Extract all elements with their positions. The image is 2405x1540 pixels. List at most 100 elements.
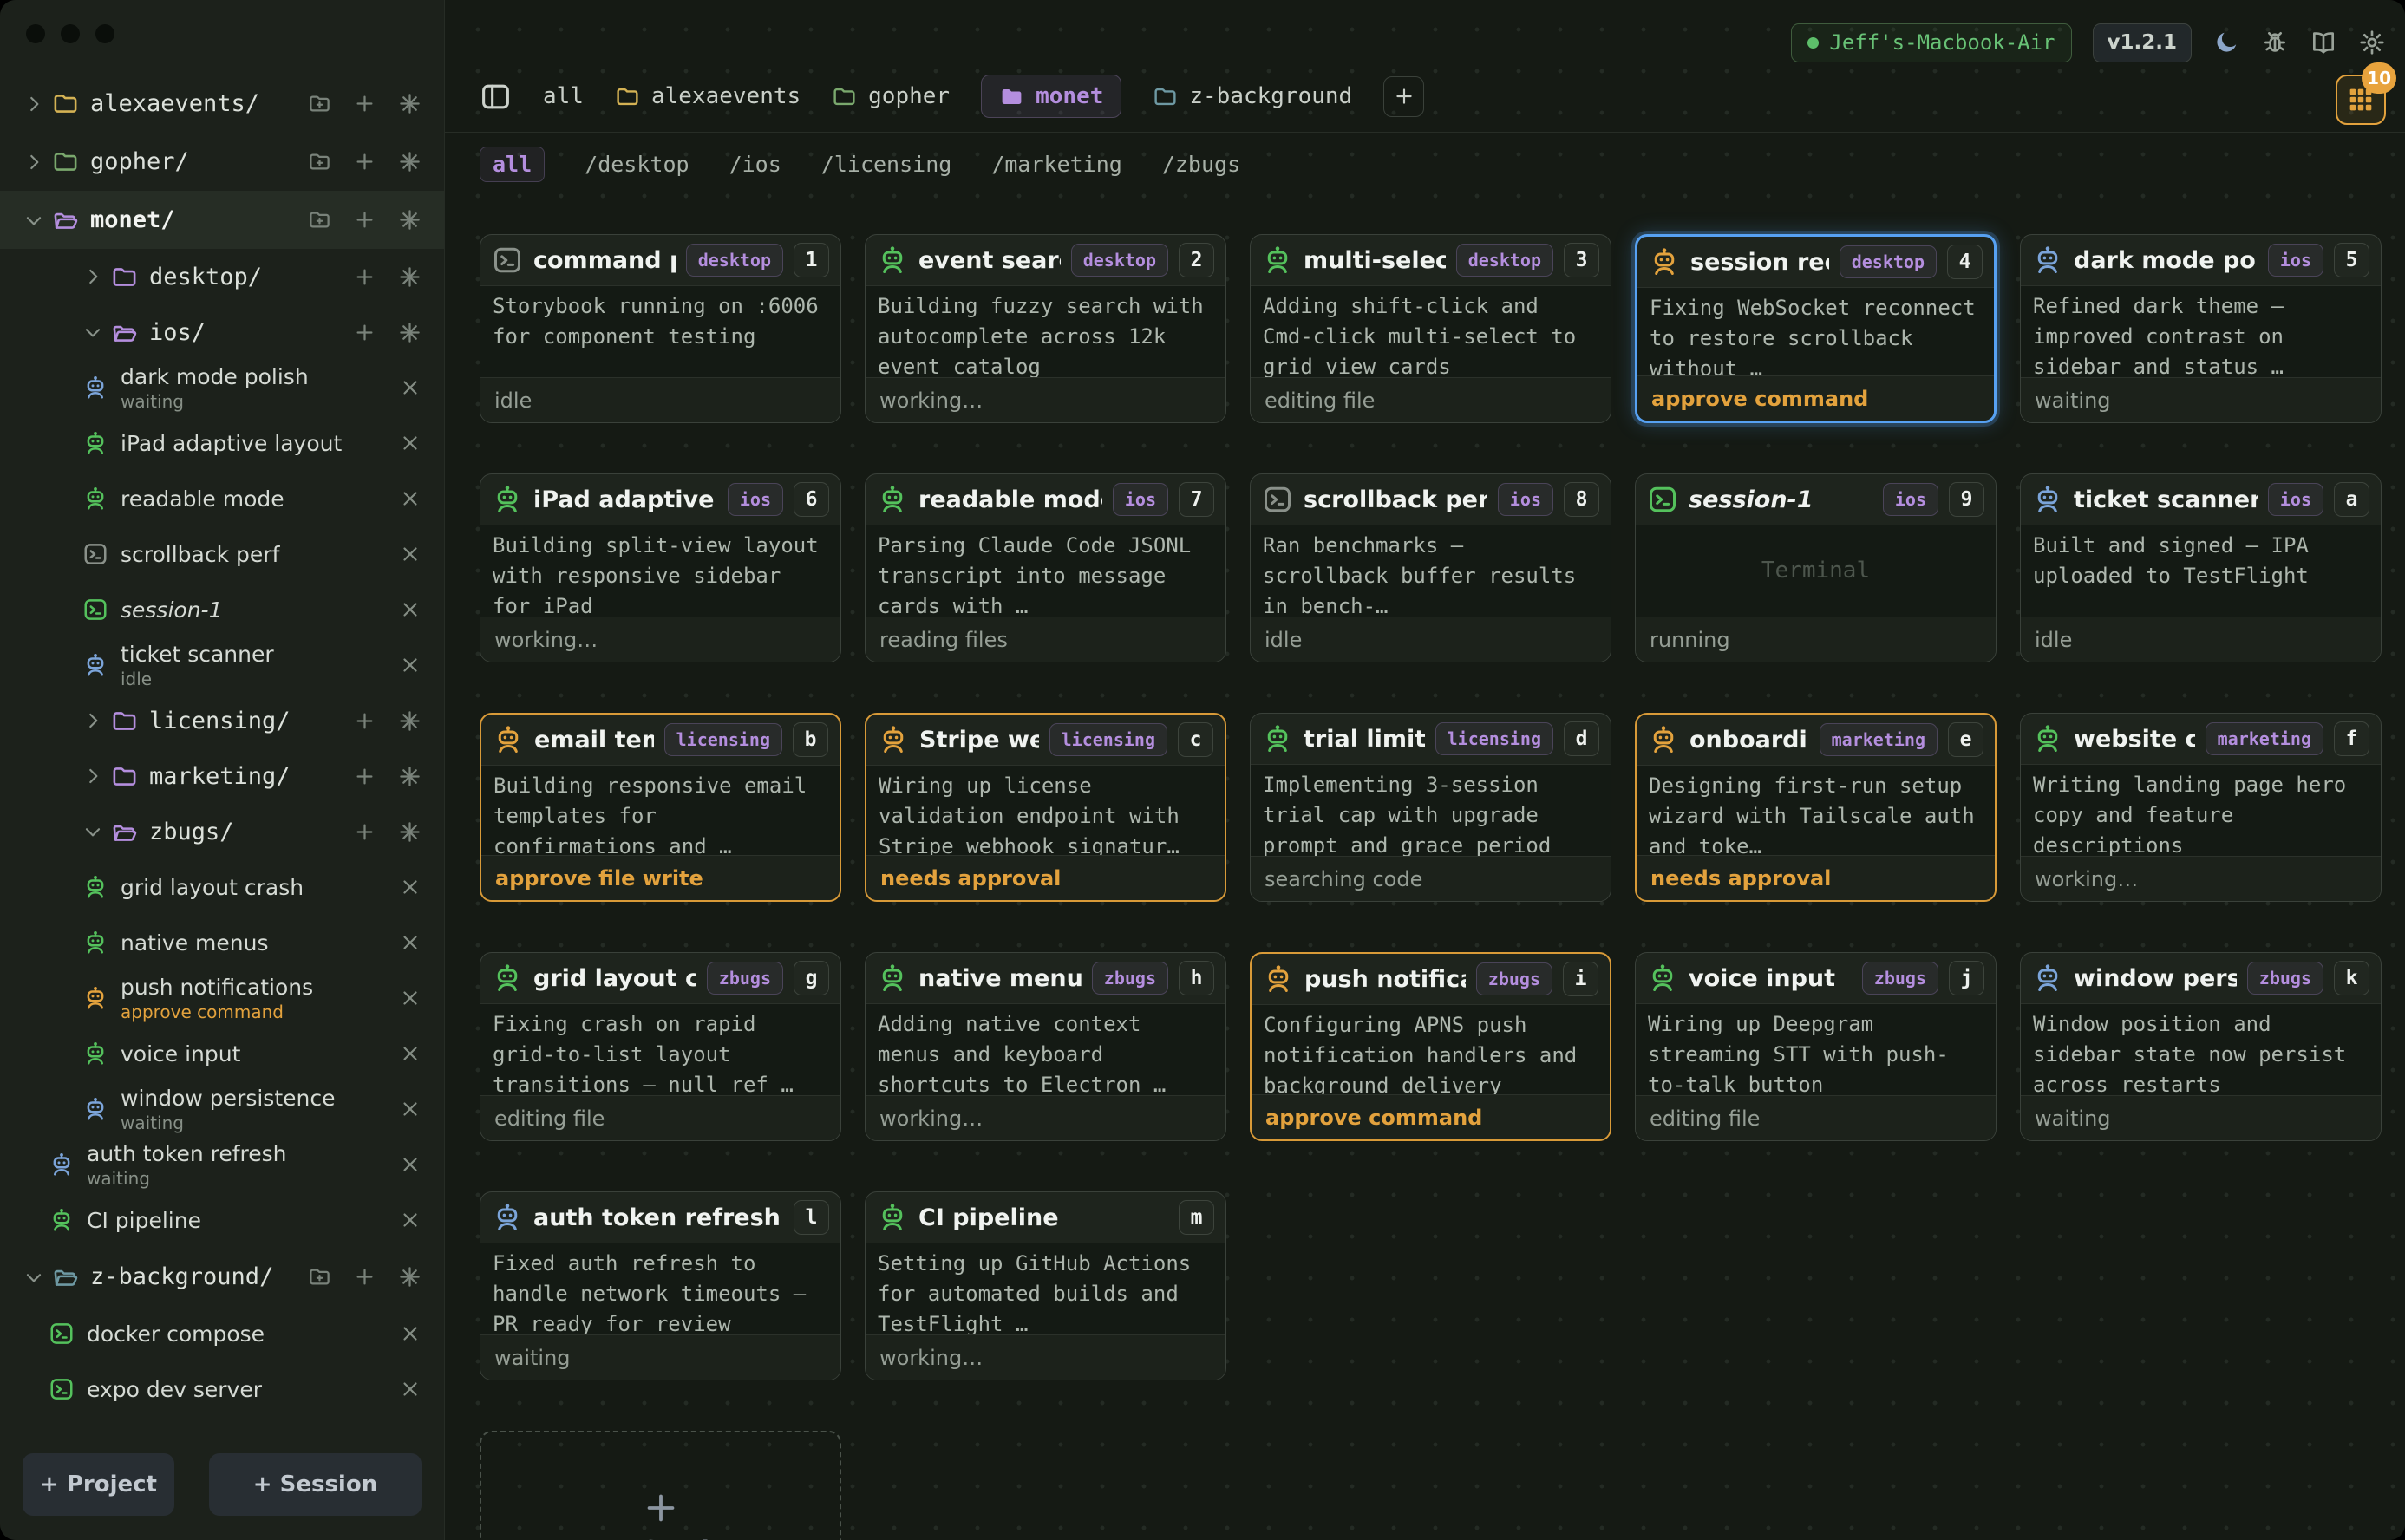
spark-agent-icon[interactable] [398, 92, 422, 115]
chevron-right-icon[interactable] [23, 93, 45, 115]
session-card-voice-input[interactable]: voice inputzbugsjWiring up Deepgram stre… [1635, 952, 1997, 1141]
add-session-icon[interactable] [353, 1265, 376, 1289]
session-card-auth-token-refresh[interactable]: auth token refreshlFixed auth refresh to… [480, 1191, 841, 1380]
add-folder-icon[interactable] [308, 150, 331, 173]
add-session-icon[interactable] [353, 92, 376, 115]
close-session-icon[interactable] [399, 1153, 422, 1176]
spark-agent-icon[interactable] [398, 208, 422, 232]
sidebar-session-readable-mode[interactable]: readable mode [0, 471, 444, 526]
spark-agent-icon[interactable] [398, 1265, 422, 1289]
close-session-icon[interactable] [399, 487, 422, 510]
session-card-trial-limits[interactable]: trial limitslicensingdImplementing 3-ses… [1250, 713, 1611, 902]
chevron-right-icon[interactable] [82, 709, 104, 732]
spark-agent-icon[interactable] [398, 321, 422, 344]
session-card-push-notificati[interactable]: push notificati…zbugsiConfiguring APNS p… [1250, 952, 1611, 1141]
sidebar-folder-marketing[interactable]: marketing/ [0, 748, 444, 804]
add-session-icon[interactable] [353, 208, 376, 232]
sidebar-session-scrollback-perf[interactable]: scrollback perf [0, 526, 444, 582]
session-card-multi-select[interactable]: multi-selectdesktop3Adding shift-click a… [1250, 234, 1611, 423]
close-session-icon[interactable] [399, 876, 422, 898]
sidebar-session-expo-dev-server[interactable]: expo dev server [0, 1361, 444, 1417]
tab-all[interactable]: all [543, 83, 584, 109]
close-session-icon[interactable] [399, 654, 422, 676]
filter-all[interactable]: all [480, 147, 545, 182]
add-session-icon[interactable] [353, 765, 376, 788]
close-session-icon[interactable] [399, 1042, 422, 1065]
add-project-button[interactable]: + Project [23, 1453, 174, 1516]
session-card-session-reco[interactable]: session reco…desktop4Fixing WebSocket re… [1635, 234, 1997, 423]
session-card-session-1[interactable]: session-1ios9Terminalrunning [1635, 473, 1997, 662]
chevron-down-icon[interactable] [23, 1266, 45, 1289]
docs-book-icon[interactable] [2310, 29, 2337, 56]
session-card-native-menus[interactable]: native menuszbugshAdding native context … [865, 952, 1226, 1141]
tab-monet[interactable]: monet [981, 75, 1121, 118]
close-session-icon[interactable] [399, 1378, 422, 1400]
add-session-icon[interactable] [353, 820, 376, 844]
tab-alexaevents[interactable]: alexaevents [615, 83, 801, 109]
bug-report-icon[interactable] [2261, 29, 2289, 56]
add-session-icon[interactable] [353, 150, 376, 173]
chevron-right-icon[interactable] [82, 765, 104, 787]
sidebar-project-gopher[interactable]: gopher/ [0, 133, 444, 191]
close-session-icon[interactable] [399, 598, 422, 621]
close-session-icon[interactable] [399, 432, 422, 454]
sidebar-session-docker-compose[interactable]: docker compose [0, 1306, 444, 1361]
sidebar-session-window-persistence[interactable]: window persistencewaiting [0, 1081, 444, 1137]
theme-moon-icon[interactable] [2212, 29, 2240, 56]
sidebar-project-monet[interactable]: monet/ [0, 191, 444, 249]
chevron-down-icon[interactable] [82, 321, 104, 343]
filter-ios[interactable]: /ios [729, 152, 781, 177]
session-card-onboarding[interactable]: onboarding…marketingeDesigning first-run… [1635, 713, 1997, 902]
spark-agent-icon[interactable] [398, 820, 422, 844]
traffic-light-minimize[interactable] [61, 24, 80, 43]
add-folder-icon[interactable] [308, 208, 331, 232]
spark-agent-icon[interactable] [398, 765, 422, 788]
close-session-icon[interactable] [399, 1322, 422, 1345]
sidebar-folder-ios[interactable]: ios/ [0, 304, 444, 360]
filter-marketing[interactable]: /marketing [991, 152, 1122, 177]
settings-gear-icon[interactable] [2358, 29, 2386, 56]
sidebar-session-ci-pipeline[interactable]: CI pipeline [0, 1192, 444, 1248]
filter-zbugs[interactable]: /zbugs [1162, 152, 1240, 177]
session-card-ipad-adaptive-lay[interactable]: iPad adaptive lay…ios6Building split-vie… [480, 473, 841, 662]
session-card-event-search[interactable]: event searchdesktop2Building fuzzy searc… [865, 234, 1226, 423]
close-session-icon[interactable] [399, 376, 422, 399]
add-session-icon[interactable] [353, 709, 376, 733]
sidebar-session-grid-layout-crash[interactable]: grid layout crash [0, 859, 444, 915]
notifications-button[interactable]: 10 [2336, 75, 2386, 125]
chevron-right-icon[interactable] [82, 265, 104, 288]
session-card-dark-mode-polish[interactable]: dark mode polishios5Refined dark theme —… [2020, 234, 2382, 423]
window-controls[interactable] [0, 0, 444, 43]
sidebar-session-dark-mode-polish[interactable]: dark mode polishwaiting [0, 360, 444, 415]
add-tab-button[interactable] [1383, 76, 1424, 117]
sidebar-folder-zbugs[interactable]: zbugs/ [0, 804, 444, 859]
close-session-icon[interactable] [399, 931, 422, 954]
sidebar-project-z-background[interactable]: z-background/ [0, 1248, 444, 1306]
session-card-email-templ[interactable]: email templ…licensingbBuilding responsiv… [480, 713, 841, 902]
session-card-window-persist[interactable]: window persist…zbugskWindow position and… [2020, 952, 2382, 1141]
traffic-light-zoom[interactable] [95, 24, 114, 43]
add-folder-icon[interactable] [308, 1265, 331, 1289]
sidebar-session-ticket-scanner[interactable]: ticket scanneridle [0, 637, 444, 693]
add-session-icon[interactable] [353, 321, 376, 344]
chevron-down-icon[interactable] [23, 209, 45, 232]
traffic-light-close[interactable] [26, 24, 45, 43]
close-session-icon[interactable] [399, 543, 422, 565]
chevron-down-icon[interactable] [82, 820, 104, 843]
session-card-scrollback-perf[interactable]: scrollback perfios8Ran benchmarks — scro… [1250, 473, 1611, 662]
sidebar-toggle-icon[interactable] [480, 81, 512, 113]
filter-licensing[interactable]: /licensing [821, 152, 952, 177]
sidebar-project-alexaevents[interactable]: alexaevents/ [0, 75, 444, 133]
session-card-stripe-web[interactable]: Stripe web…licensingcWiring up license v… [865, 713, 1226, 902]
session-card-readable-mode[interactable]: readable modeios7Parsing Claude Code JSO… [865, 473, 1226, 662]
add-folder-icon[interactable] [308, 92, 331, 115]
add-session-button[interactable]: + Session [209, 1453, 422, 1516]
add-session-icon[interactable] [353, 265, 376, 289]
spark-agent-icon[interactable] [398, 265, 422, 289]
close-session-icon[interactable] [399, 1098, 422, 1120]
filter-desktop[interactable]: /desktop [585, 152, 689, 177]
chevron-right-icon[interactable] [23, 151, 45, 173]
session-card-ci-pipeline[interactable]: CI pipelinemSetting up GitHub Actions fo… [865, 1191, 1226, 1380]
new-session-button[interactable]: New Session [480, 1431, 841, 1540]
spark-agent-icon[interactable] [398, 150, 422, 173]
